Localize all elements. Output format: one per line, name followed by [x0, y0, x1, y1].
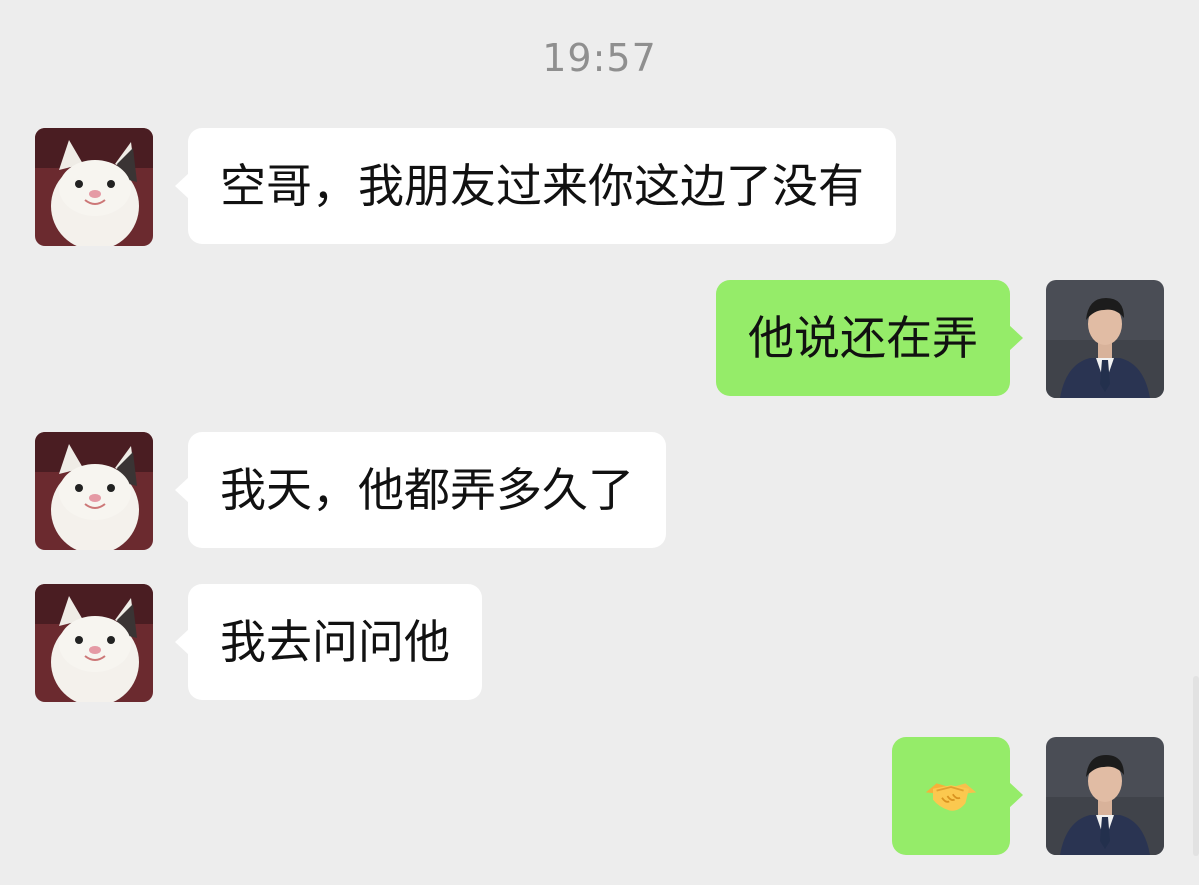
message-text: 他说还在弄 [748, 311, 978, 365]
man-in-suit-avatar-image [1046, 280, 1164, 398]
friend-avatar[interactable] [35, 584, 153, 702]
cat-avatar-image [35, 128, 153, 246]
message-text: 空哥，我朋友过来你这边了没有 [220, 159, 864, 213]
message-text: 我天，他都弄多久了 [220, 463, 634, 517]
my-avatar[interactable] [1046, 737, 1164, 855]
message-bubble-incoming[interactable]: 空哥，我朋友过来你这边了没有 [175, 128, 896, 244]
message-bubble-incoming[interactable]: 我天，他都弄多久了 [175, 432, 666, 548]
message-text: 我去问问他 [220, 615, 450, 669]
chat-timestamp: 19:57 [542, 36, 657, 80]
message-bubble-outgoing[interactable]: 他说还在弄 [716, 280, 1023, 396]
friend-avatar[interactable] [35, 128, 153, 246]
scrollbar[interactable] [1193, 676, 1199, 856]
cat-avatar-image [35, 432, 153, 550]
man-in-suit-avatar-image [1046, 737, 1164, 855]
cat-avatar-image [35, 584, 153, 702]
handshake-emoji [925, 783, 977, 811]
message-bubble-outgoing-emoji[interactable] [892, 737, 1023, 855]
friend-avatar[interactable] [35, 432, 153, 550]
message-bubble-incoming[interactable]: 我去问问他 [175, 584, 482, 700]
my-avatar[interactable] [1046, 280, 1164, 398]
